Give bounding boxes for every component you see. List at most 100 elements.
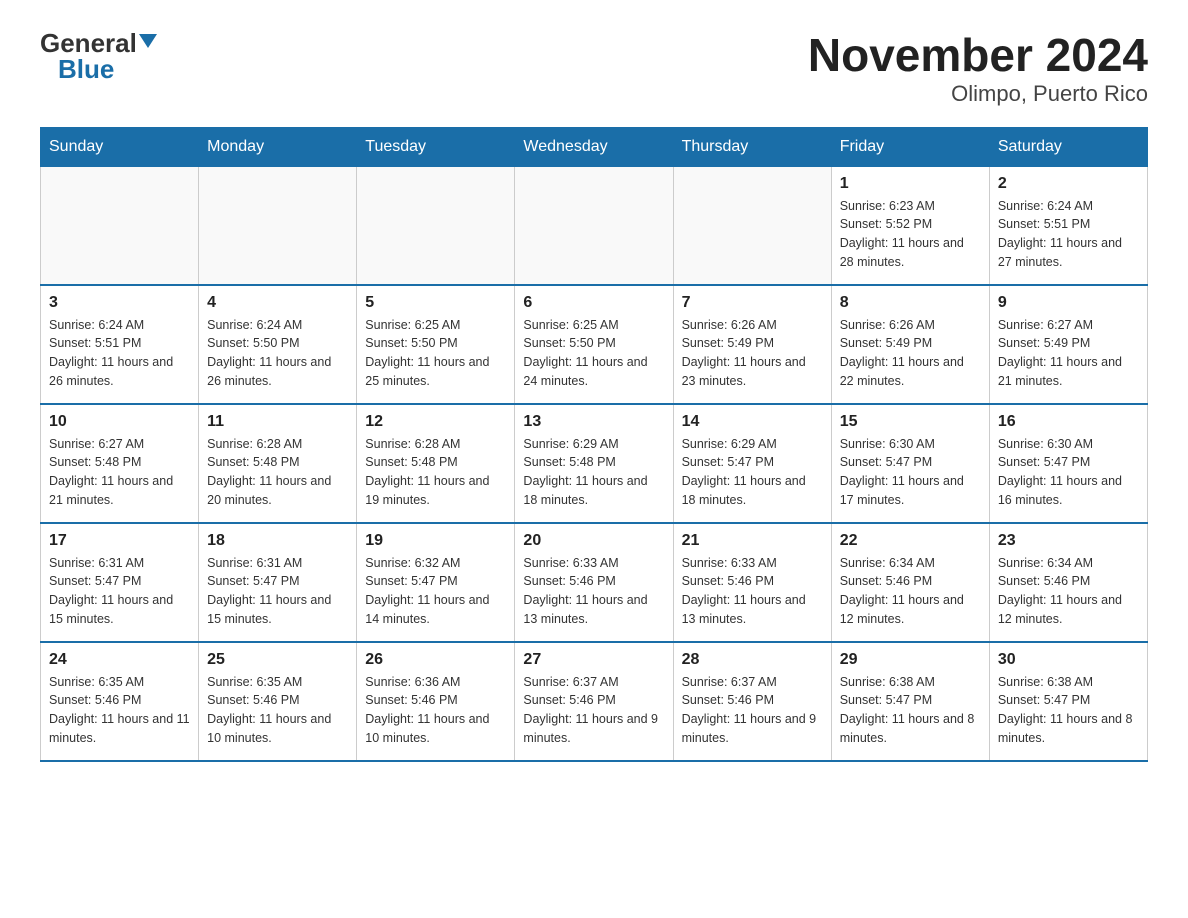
day-number: 2: [998, 175, 1139, 193]
logo: General Blue: [40, 30, 157, 82]
sun-info: Sunrise: 6:36 AMSunset: 5:46 PMDaylight:…: [365, 673, 506, 748]
sun-info: Sunrise: 6:28 AMSunset: 5:48 PMDaylight:…: [207, 435, 348, 510]
day-number: 10: [49, 413, 190, 431]
logo-general-text: General: [40, 30, 137, 56]
calendar-week-row: 10 Sunrise: 6:27 AMSunset: 5:48 PMDayligh…: [41, 404, 1148, 523]
sun-info: Sunrise: 6:30 AMSunset: 5:47 PMDaylight:…: [840, 435, 981, 510]
day-number: 21: [682, 532, 823, 550]
day-number: 13: [523, 413, 664, 431]
day-number: 6: [523, 294, 664, 312]
sun-info: Sunrise: 6:35 AMSunset: 5:46 PMDaylight:…: [207, 673, 348, 748]
sun-info: Sunrise: 6:34 AMSunset: 5:46 PMDaylight:…: [998, 554, 1139, 629]
sun-info: Sunrise: 6:29 AMSunset: 5:47 PMDaylight:…: [682, 435, 823, 510]
sun-info: Sunrise: 6:24 AMSunset: 5:50 PMDaylight:…: [207, 316, 348, 391]
calendar-cell: 10 Sunrise: 6:27 AMSunset: 5:48 PMDayligh…: [41, 404, 199, 523]
sun-info: Sunrise: 6:33 AMSunset: 5:46 PMDaylight:…: [523, 554, 664, 629]
sun-info: Sunrise: 6:35 AMSunset: 5:46 PMDaylight:…: [49, 673, 190, 748]
calendar-cell: [673, 166, 831, 285]
calendar-cell: 11 Sunrise: 6:28 AMSunset: 5:48 PMDayligh…: [199, 404, 357, 523]
sun-info: Sunrise: 6:24 AMSunset: 5:51 PMDaylight:…: [49, 316, 190, 391]
calendar-cell: 13 Sunrise: 6:29 AMSunset: 5:48 PMDayligh…: [515, 404, 673, 523]
day-number: 15: [840, 413, 981, 431]
day-number: 4: [207, 294, 348, 312]
sun-info: Sunrise: 6:25 AMSunset: 5:50 PMDaylight:…: [365, 316, 506, 391]
sun-info: Sunrise: 6:26 AMSunset: 5:49 PMDaylight:…: [840, 316, 981, 391]
sun-info: Sunrise: 6:27 AMSunset: 5:48 PMDaylight:…: [49, 435, 190, 510]
calendar-header-row: Sunday Monday Tuesday Wednesday Thursday…: [41, 127, 1148, 166]
calendar-cell: 30 Sunrise: 6:38 AMSunset: 5:47 PMDayligh…: [989, 642, 1147, 761]
logo-triangle-icon: [139, 34, 157, 48]
day-number: 18: [207, 532, 348, 550]
sun-info: Sunrise: 6:24 AMSunset: 5:51 PMDaylight:…: [998, 197, 1139, 272]
sun-info: Sunrise: 6:29 AMSunset: 5:48 PMDaylight:…: [523, 435, 664, 510]
day-number: 14: [682, 413, 823, 431]
calendar-cell: 7 Sunrise: 6:26 AMSunset: 5:49 PMDaylight…: [673, 285, 831, 404]
header-monday: Monday: [199, 127, 357, 166]
calendar-cell: 6 Sunrise: 6:25 AMSunset: 5:50 PMDaylight…: [515, 285, 673, 404]
sun-info: Sunrise: 6:34 AMSunset: 5:46 PMDaylight:…: [840, 554, 981, 629]
calendar-cell: 24 Sunrise: 6:35 AMSunset: 5:46 PMDayligh…: [41, 642, 199, 761]
sun-info: Sunrise: 6:33 AMSunset: 5:46 PMDaylight:…: [682, 554, 823, 629]
calendar-cell: 18 Sunrise: 6:31 AMSunset: 5:47 PMDayligh…: [199, 523, 357, 642]
calendar-cell: 26Sunrise: 6:36 AMSunset: 5:46 PMDayligh…: [357, 642, 515, 761]
day-number: 23: [998, 532, 1139, 550]
calendar-cell: 4 Sunrise: 6:24 AMSunset: 5:50 PMDaylight…: [199, 285, 357, 404]
calendar-week-row: 3 Sunrise: 6:24 AMSunset: 5:51 PMDaylight…: [41, 285, 1148, 404]
day-number: 7: [682, 294, 823, 312]
day-number: 28: [682, 651, 823, 669]
page-title: November 2024: [808, 30, 1148, 81]
calendar-cell: 21 Sunrise: 6:33 AMSunset: 5:46 PMDayligh…: [673, 523, 831, 642]
day-number: 9: [998, 294, 1139, 312]
sun-info: Sunrise: 6:37 AMSunset: 5:46 PMDaylight:…: [682, 673, 823, 748]
calendar-cell: 22 Sunrise: 6:34 AMSunset: 5:46 PMDayligh…: [831, 523, 989, 642]
sun-info: Sunrise: 6:31 AMSunset: 5:47 PMDaylight:…: [49, 554, 190, 629]
sun-info: Sunrise: 6:38 AMSunset: 5:47 PMDaylight:…: [998, 673, 1139, 748]
calendar-table: Sunday Monday Tuesday Wednesday Thursday…: [40, 127, 1148, 762]
day-number: 8: [840, 294, 981, 312]
header-friday: Friday: [831, 127, 989, 166]
day-number: 12: [365, 413, 506, 431]
day-number: 16: [998, 413, 1139, 431]
calendar-cell: 20 Sunrise: 6:33 AMSunset: 5:46 PMDayligh…: [515, 523, 673, 642]
calendar-cell: 2 Sunrise: 6:24 AMSunset: 5:51 PMDaylight…: [989, 166, 1147, 285]
calendar-cell: 28 Sunrise: 6:37 AMSunset: 5:46 PMDayligh…: [673, 642, 831, 761]
header-tuesday: Tuesday: [357, 127, 515, 166]
calendar-cell: 19 Sunrise: 6:32 AMSunset: 5:47 PMDayligh…: [357, 523, 515, 642]
calendar-cell: [357, 166, 515, 285]
calendar-cell: 25Sunrise: 6:35 AMSunset: 5:46 PMDayligh…: [199, 642, 357, 761]
day-number: 22: [840, 532, 981, 550]
calendar-cell: [41, 166, 199, 285]
sun-info: Sunrise: 6:25 AMSunset: 5:50 PMDaylight:…: [523, 316, 664, 391]
header-saturday: Saturday: [989, 127, 1147, 166]
calendar-cell: 14 Sunrise: 6:29 AMSunset: 5:47 PMDayligh…: [673, 404, 831, 523]
calendar-cell: 8 Sunrise: 6:26 AMSunset: 5:49 PMDaylight…: [831, 285, 989, 404]
sun-info: Sunrise: 6:28 AMSunset: 5:48 PMDaylight:…: [365, 435, 506, 510]
day-number: 1: [840, 175, 981, 193]
calendar-cell: [199, 166, 357, 285]
sun-info: Sunrise: 6:23 AMSunset: 5:52 PMDaylight:…: [840, 197, 981, 272]
day-number: 20: [523, 532, 664, 550]
title-area: November 2024 Olimpo, Puerto Rico: [808, 30, 1148, 107]
header-thursday: Thursday: [673, 127, 831, 166]
calendar-cell: 3 Sunrise: 6:24 AMSunset: 5:51 PMDaylight…: [41, 285, 199, 404]
sun-info: Sunrise: 6:26 AMSunset: 5:49 PMDaylight:…: [682, 316, 823, 391]
day-number: 17: [49, 532, 190, 550]
calendar-week-row: 1 Sunrise: 6:23 AMSunset: 5:52 PMDaylight…: [41, 166, 1148, 285]
day-number: 11: [207, 413, 348, 431]
day-number: 3: [49, 294, 190, 312]
page-header: General Blue November 2024 Olimpo, Puert…: [40, 30, 1148, 107]
day-number: 24: [49, 651, 190, 669]
sun-info: Sunrise: 6:32 AMSunset: 5:47 PMDaylight:…: [365, 554, 506, 629]
sun-info: Sunrise: 6:31 AMSunset: 5:47 PMDaylight:…: [207, 554, 348, 629]
day-number: 30: [998, 651, 1139, 669]
header-wednesday: Wednesday: [515, 127, 673, 166]
calendar-cell: 17 Sunrise: 6:31 AMSunset: 5:47 PMDayligh…: [41, 523, 199, 642]
day-number: 19: [365, 532, 506, 550]
calendar-cell: 27Sunrise: 6:37 AMSunset: 5:46 PMDayligh…: [515, 642, 673, 761]
calendar-cell: 23 Sunrise: 6:34 AMSunset: 5:46 PMDayligh…: [989, 523, 1147, 642]
calendar-cell: 15 Sunrise: 6:30 AMSunset: 5:47 PMDayligh…: [831, 404, 989, 523]
day-number: 29: [840, 651, 981, 669]
day-number: 27: [523, 651, 664, 669]
logo-blue-text: Blue: [58, 56, 114, 82]
calendar-cell: 5Sunrise: 6:25 AMSunset: 5:50 PMDaylight…: [357, 285, 515, 404]
